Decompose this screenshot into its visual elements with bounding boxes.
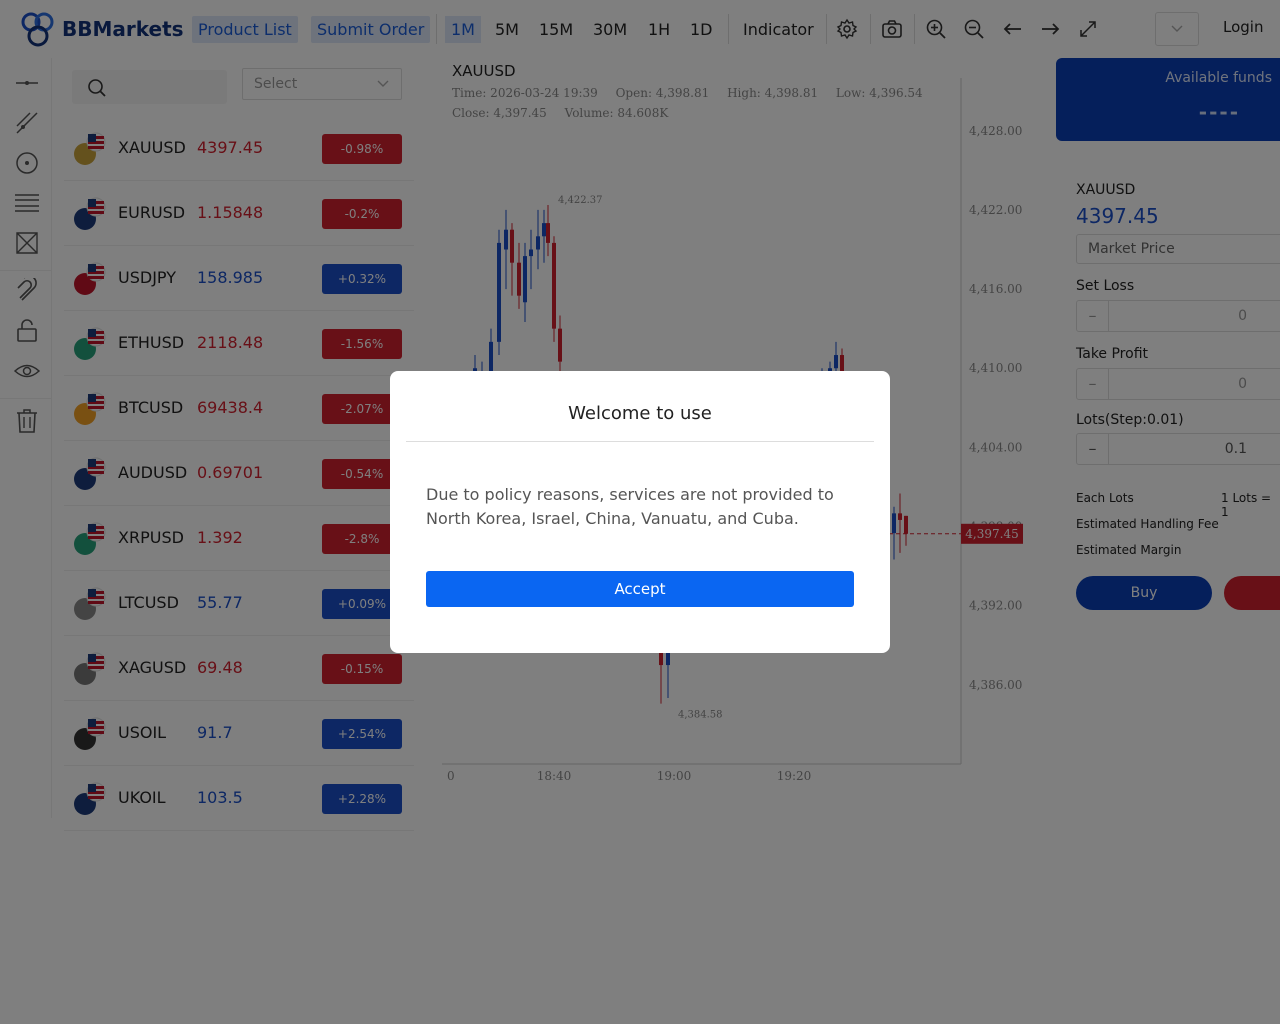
accept-button[interactable]: Accept bbox=[426, 571, 854, 607]
dialog-title: Welcome to use bbox=[568, 403, 712, 424]
dialog-divider bbox=[406, 441, 874, 442]
dialog-message: Due to policy reasons, services are not … bbox=[426, 485, 834, 528]
welcome-dialog: Welcome to use Due to policy reasons, se… bbox=[390, 371, 890, 653]
